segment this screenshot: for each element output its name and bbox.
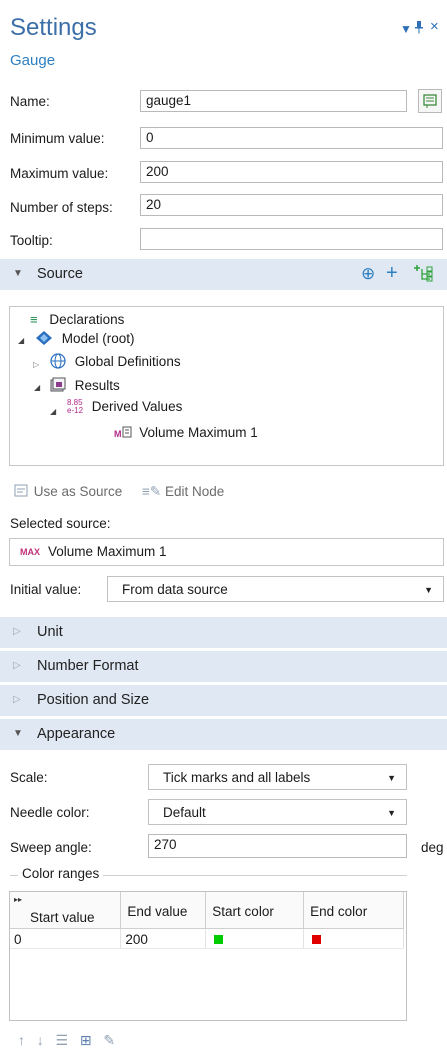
move-up-icon[interactable]: ↑ — [18, 1032, 25, 1048]
start-value-cell[interactable]: 0 — [10, 928, 122, 949]
selected-source-label: Selected source: — [10, 516, 111, 531]
start-color-swatch[interactable] — [214, 935, 224, 945]
min-value-label: Minimum value: — [10, 131, 105, 146]
close-icon[interactable]: × — [430, 18, 439, 35]
select-all-icon[interactable]: ▸▸ — [14, 895, 22, 904]
initial-value-label: Initial value: — [10, 582, 82, 597]
edit-node-button[interactable]: ≡✎ Edit Node — [142, 484, 224, 500]
max-value-field[interactable]: 200 — [140, 161, 443, 183]
name-field[interactable]: gauge1 — [140, 90, 407, 112]
menu-dropdown-icon[interactable]: ▼ — [400, 22, 412, 36]
end-color-swatch[interactable] — [312, 935, 322, 945]
max-value-label: Maximum value: — [10, 166, 109, 181]
number-format-section-header[interactable]: ▷ Number Format — [0, 651, 447, 682]
scale-select[interactable]: Tick marks and all labels ▼ — [148, 764, 407, 790]
end-color-cell[interactable] — [303, 928, 404, 949]
source-section-header[interactable]: ▼ Source ⊕ + — [0, 259, 447, 290]
tree-item-volume-maximum[interactable]: M Volume Maximum 1 — [114, 425, 258, 440]
settings-subtitle: Gauge — [10, 52, 56, 69]
tree-item-derived-values[interactable]: 8.85 e-12 Derived Values — [67, 399, 182, 415]
model-icon — [36, 331, 52, 345]
sweep-angle-unit: deg — [421, 840, 444, 855]
appearance-section-header[interactable]: ▼ Appearance — [0, 719, 447, 750]
edit-table-icon[interactable]: ✎ — [103, 1032, 115, 1048]
sweep-angle-label: Sweep angle: — [10, 840, 92, 855]
expand-arrow-icon[interactable]: ◢ — [34, 383, 40, 392]
tree-item-results[interactable]: Results — [50, 377, 120, 393]
start-color-cell[interactable] — [205, 928, 305, 949]
settings-title: Settings — [10, 14, 97, 41]
scale-label: Scale: — [10, 770, 48, 785]
derived-values-icon: 8.85 e-12 — [67, 398, 84, 415]
steps-field[interactable]: 20 — [140, 194, 443, 216]
chevron-down-icon: ▼ — [424, 585, 433, 595]
tree-item-model[interactable]: Model (root) — [36, 331, 135, 346]
volume-maximum-icon: M — [114, 426, 132, 439]
max-icon: MAX — [20, 547, 40, 557]
expanded-arrow-icon: ▼ — [13, 268, 23, 279]
needle-color-label: Needle color: — [10, 805, 90, 820]
pin-icon[interactable] — [414, 20, 424, 37]
chevron-down-icon: ▼ — [387, 773, 396, 783]
column-header[interactable]: End value — [120, 892, 207, 929]
expanded-arrow-icon: ▼ — [13, 728, 23, 739]
end-value-cell[interactable]: 200 — [120, 928, 207, 949]
selected-source-value: Volume Maximum 1 — [48, 544, 167, 559]
needle-color-select[interactable]: Default ▼ — [148, 799, 407, 825]
results-icon — [50, 377, 66, 392]
plus-icon[interactable]: + — [386, 262, 398, 285]
min-value-field[interactable]: 0 — [140, 127, 443, 149]
table-row[interactable]: 0 200 — [10, 928, 404, 949]
add-circle-icon[interactable]: ⊕ — [361, 264, 375, 284]
sweep-angle-field[interactable]: 270 — [148, 834, 407, 858]
edit-node-icon: ≡✎ — [142, 484, 162, 499]
table-grid-icon[interactable]: ⊞ — [80, 1032, 92, 1048]
source-section-title: Source — [37, 266, 83, 282]
steps-label: Number of steps: — [10, 200, 113, 215]
collapse-arrow-icon[interactable]: ▷ — [33, 360, 39, 369]
column-header[interactable]: ▸▸ Start value — [10, 892, 122, 929]
tree-item-declarations[interactable]: ≡ Declarations — [30, 312, 124, 327]
source-tree[interactable]: ≡ Declarations ◢ Model (root) ▷ Global D… — [9, 306, 444, 466]
tree-add-icon[interactable] — [412, 265, 434, 286]
globe-icon — [50, 353, 66, 369]
label-icon — [423, 94, 437, 108]
initial-value-select[interactable]: From data source ▼ — [107, 576, 444, 602]
use-as-source-icon — [14, 484, 28, 497]
color-ranges-label: Color ranges — [18, 866, 104, 881]
edit-label-button[interactable] — [418, 89, 442, 113]
unit-section-header[interactable]: ▷ Unit — [0, 617, 447, 648]
tooltip-field[interactable] — [140, 228, 443, 250]
name-label: Name: — [10, 94, 50, 109]
collapsed-arrow-icon: ▷ — [13, 626, 21, 637]
color-ranges-table[interactable]: ▸▸ Start value End value Start color End… — [9, 891, 407, 1021]
expand-arrow-icon[interactable]: ◢ — [50, 407, 56, 416]
tooltip-label: Tooltip: — [10, 233, 53, 248]
expand-arrow-icon[interactable]: ◢ — [18, 336, 24, 345]
chevron-down-icon: ▼ — [387, 808, 396, 818]
position-size-section-header[interactable]: ▷ Position and Size — [0, 685, 447, 716]
delete-rows-icon[interactable]: ☰ — [56, 1032, 69, 1048]
move-down-icon[interactable]: ↓ — [37, 1032, 44, 1048]
selected-source-field: MAX Volume Maximum 1 — [9, 538, 444, 566]
table-toolbar: ↑ ↓ ☰ ⊞ ✎ — [18, 1032, 123, 1049]
collapsed-arrow-icon: ▷ — [13, 694, 21, 705]
column-header[interactable]: End color — [303, 892, 404, 929]
column-header[interactable]: Start color — [205, 892, 305, 929]
collapsed-arrow-icon: ▷ — [13, 660, 21, 671]
tree-item-global-definitions[interactable]: Global Definitions — [50, 353, 181, 369]
declarations-icon: ≡ — [30, 312, 38, 327]
use-as-source-button[interactable]: Use as Source — [14, 484, 122, 499]
